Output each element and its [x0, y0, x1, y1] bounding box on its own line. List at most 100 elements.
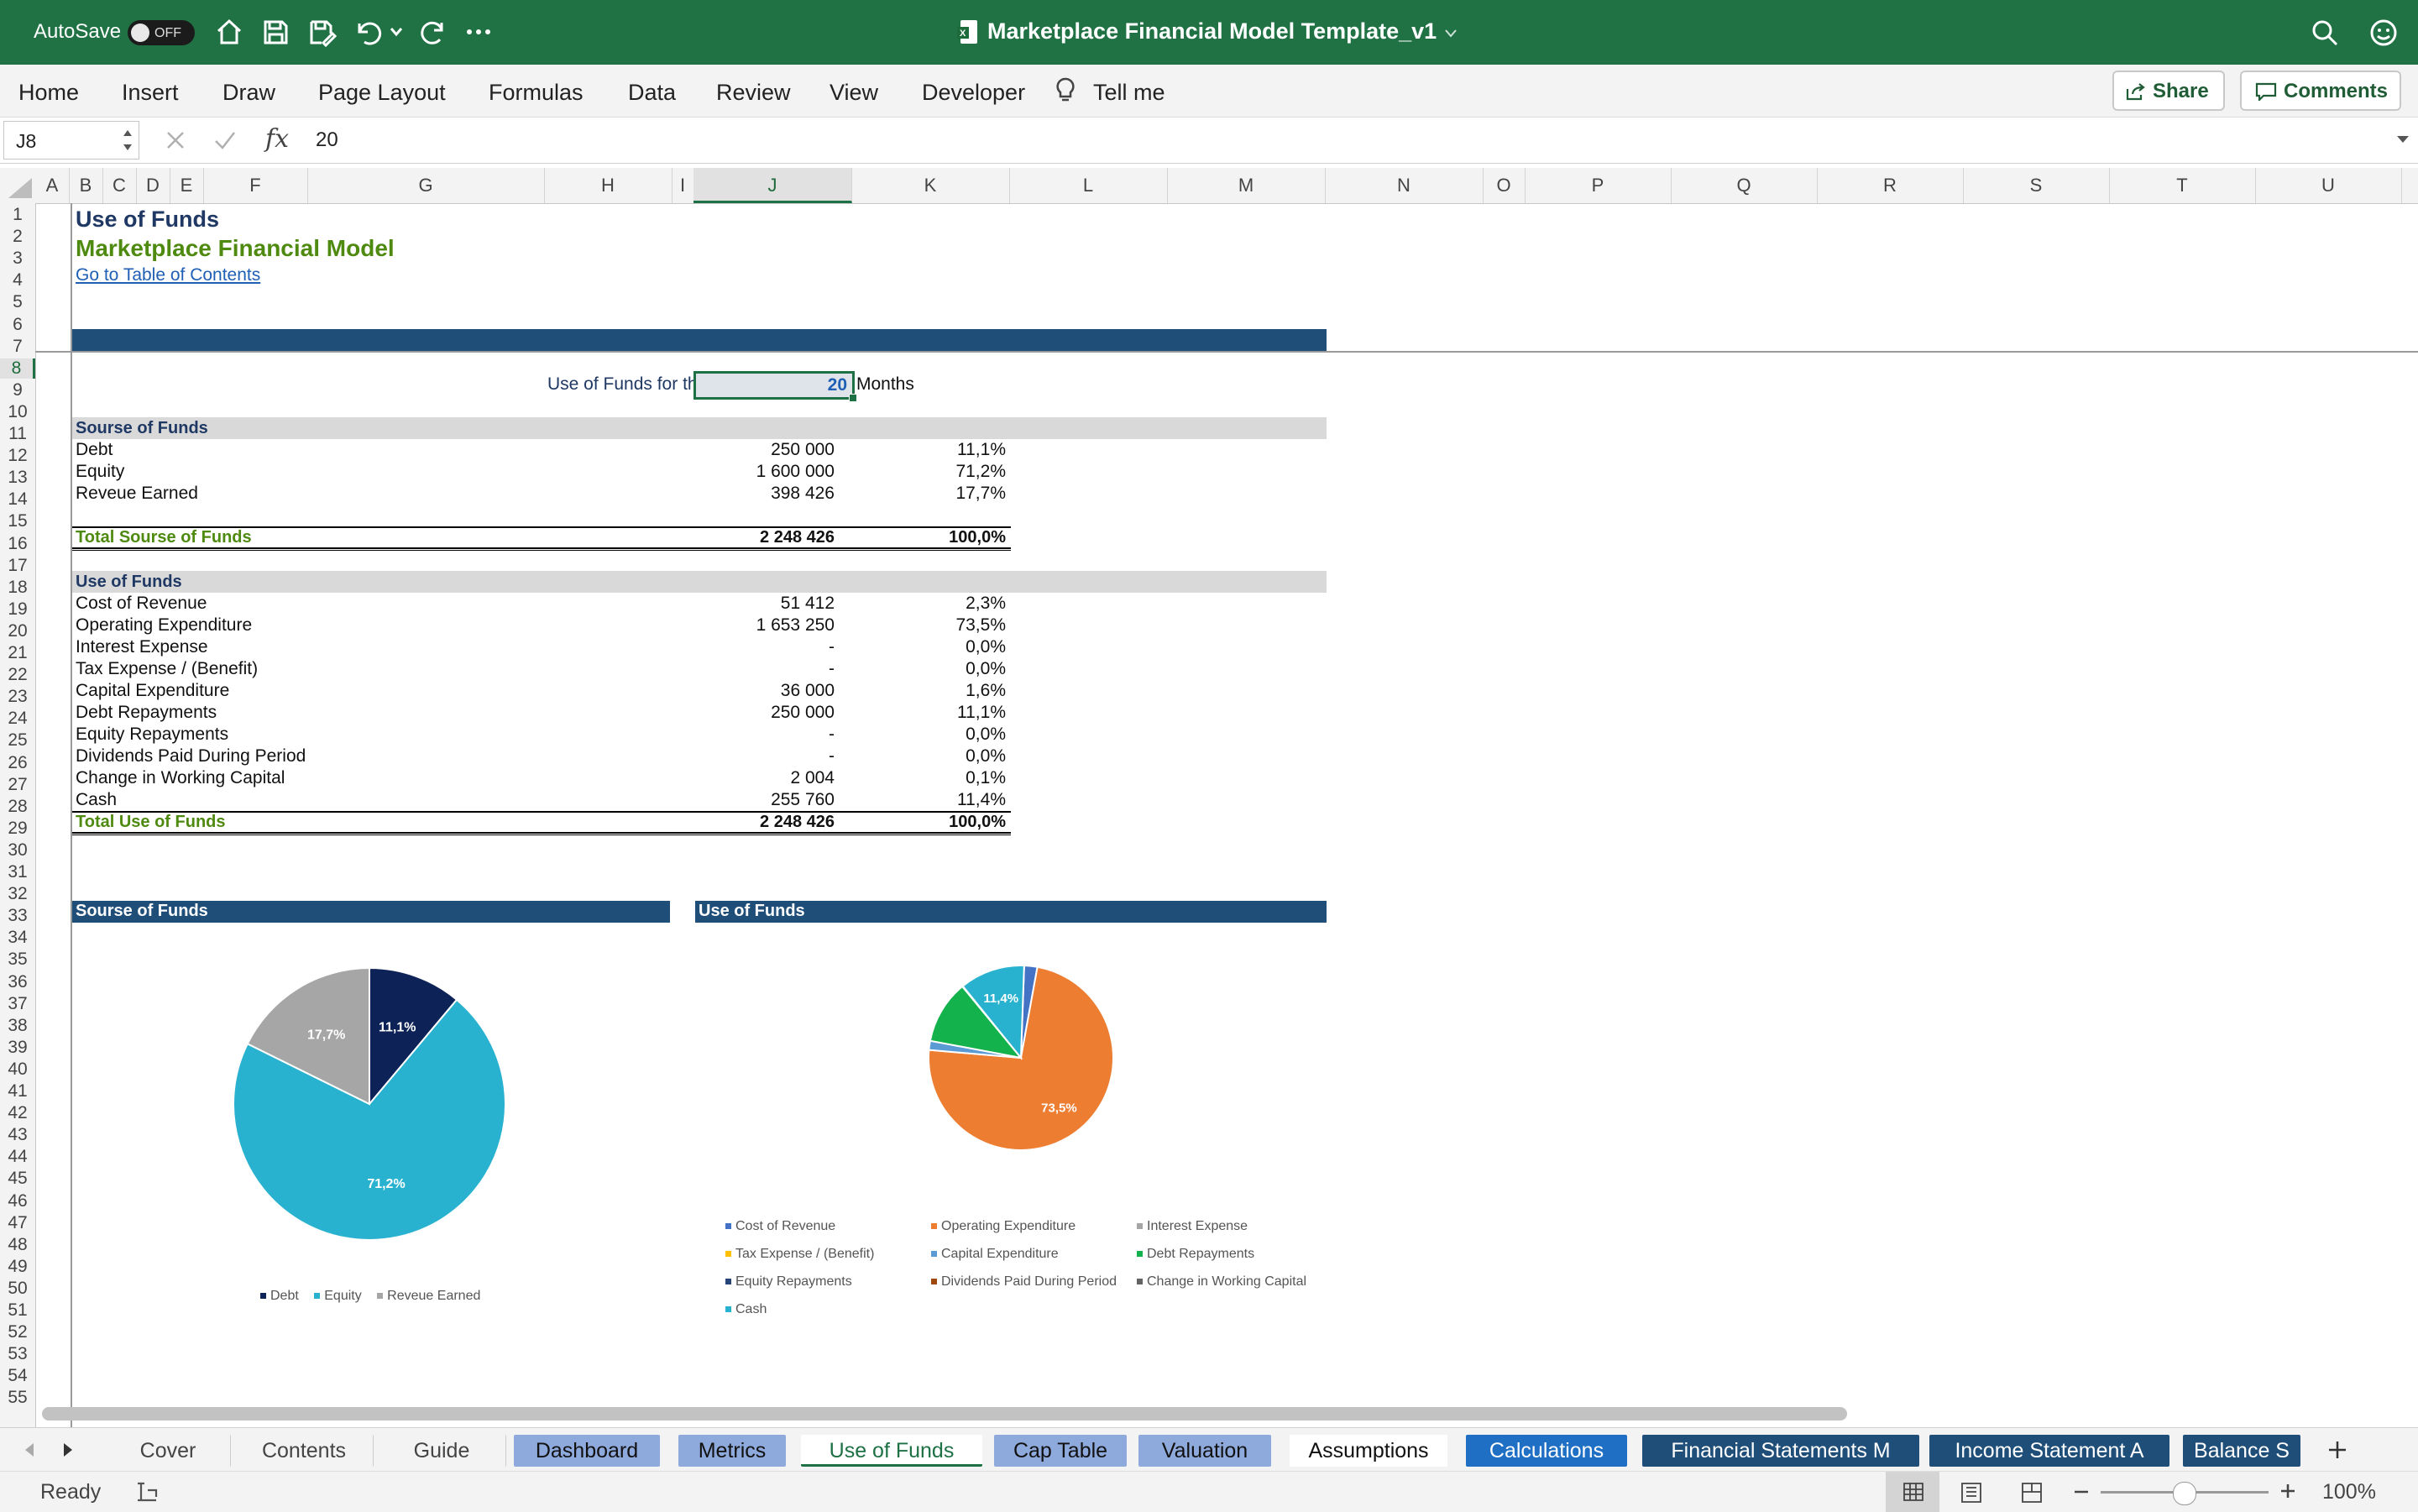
tab-valuation[interactable]: Valuation [1138, 1435, 1271, 1467]
row-header[interactable]: 54 [0, 1366, 35, 1386]
col-header[interactable]: H [544, 168, 673, 203]
row-header[interactable]: 40 [0, 1059, 35, 1080]
chevron-down-icon[interactable] [390, 27, 403, 37]
col-header[interactable]: S [1963, 168, 2110, 203]
row-header[interactable]: 3 [0, 249, 35, 269]
row-header[interactable]: 36 [0, 972, 35, 992]
tab-use-of-funds[interactable]: Use of Funds [801, 1435, 982, 1467]
row-header[interactable]: 38 [0, 1016, 35, 1036]
scroll-tabs-right-icon[interactable] [62, 1441, 76, 1458]
col-header-selected[interactable]: J [693, 168, 852, 203]
row-header[interactable]: 5 [0, 292, 35, 312]
tab-metrics[interactable]: Metrics [678, 1435, 786, 1467]
row-header[interactable]: 49 [0, 1257, 35, 1277]
col-header[interactable]: M [1167, 168, 1326, 203]
insert-function-icon[interactable]: fx [265, 124, 289, 154]
row-header[interactable]: 15 [0, 511, 35, 531]
col-header[interactable]: I [672, 168, 694, 203]
tab-assumptions[interactable]: Assumptions [1290, 1435, 1447, 1467]
col-header[interactable]: O [1483, 168, 1526, 203]
undo-icon[interactable] [353, 17, 383, 47]
scroll-tabs-left-icon[interactable] [22, 1441, 35, 1458]
row-header[interactable]: 19 [0, 599, 35, 620]
tab-contents[interactable]: Contents [235, 1435, 374, 1467]
row-header[interactable]: 24 [0, 709, 35, 729]
col-header[interactable]: K [851, 168, 1010, 203]
row-header[interactable]: 2 [0, 227, 35, 247]
row-header[interactable]: 37 [0, 994, 35, 1014]
tab-draw[interactable]: Draw [222, 80, 275, 106]
search-icon[interactable] [2311, 18, 2339, 47]
tab-financial-statements-m[interactable]: Financial Statements M [1642, 1435, 1919, 1467]
tab-developer[interactable]: Developer [922, 80, 1025, 106]
row-header[interactable]: 45 [0, 1169, 35, 1189]
col-header[interactable]: Q [1671, 168, 1818, 203]
row-header[interactable]: 17 [0, 556, 35, 576]
use-of-funds-pie-chart[interactable]: 73,5% 11,4% [912, 957, 1130, 1175]
row-header[interactable]: 50 [0, 1279, 35, 1299]
row-header[interactable]: 51 [0, 1300, 35, 1321]
tab-cap-table[interactable]: Cap Table [994, 1435, 1127, 1467]
col-header[interactable]: F [203, 168, 308, 203]
page-break-view-icon[interactable] [2020, 1482, 2044, 1504]
more-icon[interactable] [464, 25, 495, 39]
tab-tell-me[interactable]: Tell me [1093, 80, 1165, 106]
row-header[interactable]: 6 [0, 315, 35, 335]
save-as-icon[interactable] [306, 17, 337, 47]
col-header[interactable]: B [69, 168, 103, 203]
home-icon[interactable] [214, 17, 244, 47]
row-header[interactable]: 7 [0, 337, 35, 357]
save-icon[interactable] [260, 17, 290, 47]
zoom-level[interactable]: 100% [2322, 1480, 2376, 1504]
col-header[interactable]: A [35, 168, 70, 203]
tab-insert[interactable]: Insert [122, 80, 179, 106]
row-header[interactable]: 12 [0, 446, 35, 466]
row-header[interactable]: 9 [0, 380, 35, 400]
row-header[interactable]: 25 [0, 730, 35, 751]
row-header[interactable]: 18 [0, 578, 35, 598]
zoom-in-icon[interactable] [2279, 1482, 2297, 1500]
row-header[interactable]: 41 [0, 1081, 35, 1101]
tab-home[interactable]: Home [18, 80, 79, 106]
row-header[interactable]: 39 [0, 1038, 35, 1058]
document-title[interactable]: Marketplace Financial Model Template_v1 [987, 18, 1437, 44]
share-button[interactable]: Share [2112, 71, 2225, 111]
row-header[interactable]: 11 [0, 424, 35, 444]
col-header[interactable]: G [307, 168, 545, 203]
row-header[interactable]: 35 [0, 950, 35, 970]
tab-review[interactable]: Review [716, 80, 791, 106]
row-header[interactable]: 47 [0, 1213, 35, 1233]
tab-page-layout[interactable]: Page Layout [318, 80, 446, 106]
formula-input[interactable]: 20 [316, 128, 338, 152]
name-box[interactable]: J8 [3, 121, 139, 160]
row-header[interactable]: 43 [0, 1125, 35, 1145]
zoom-out-icon[interactable] [2072, 1483, 2091, 1500]
row-header[interactable]: 48 [0, 1235, 35, 1255]
col-header[interactable]: E [170, 168, 204, 203]
row-header[interactable]: 13 [0, 468, 35, 488]
tab-income-statement-a[interactable]: Income Statement A [1929, 1435, 2169, 1467]
row-header[interactable]: 31 [0, 862, 35, 882]
row-header[interactable]: 20 [0, 621, 35, 641]
select-all-corner[interactable] [3, 176, 32, 198]
row-header[interactable]: 55 [0, 1388, 35, 1408]
row-header[interactable]: 21 [0, 643, 35, 663]
row-header[interactable]: 32 [0, 884, 35, 904]
tab-calculations[interactable]: Calculations [1466, 1435, 1627, 1467]
tab-dashboard[interactable]: Dashboard [514, 1435, 660, 1467]
page-layout-view-icon[interactable] [1960, 1482, 1983, 1504]
confirm-entry-icon[interactable] [213, 129, 237, 151]
fill-handle[interactable] [849, 394, 857, 402]
comments-button[interactable]: Comments [2240, 71, 2401, 111]
row-header[interactable]: 34 [0, 928, 35, 948]
tab-data[interactable]: Data [628, 80, 676, 106]
row-header[interactable]: 27 [0, 775, 35, 795]
tab-balance-sheet[interactable]: Balance S [2183, 1435, 2300, 1467]
horizontal-scrollbar[interactable] [42, 1407, 1847, 1420]
autosave-toggle[interactable]: OFF [128, 20, 195, 45]
col-header[interactable]: T [2109, 168, 2256, 203]
cancel-entry-icon[interactable] [165, 129, 186, 151]
tab-formulas[interactable]: Formulas [489, 80, 584, 106]
row-header[interactable]: 26 [0, 753, 35, 773]
col-header[interactable]: L [1009, 168, 1168, 203]
